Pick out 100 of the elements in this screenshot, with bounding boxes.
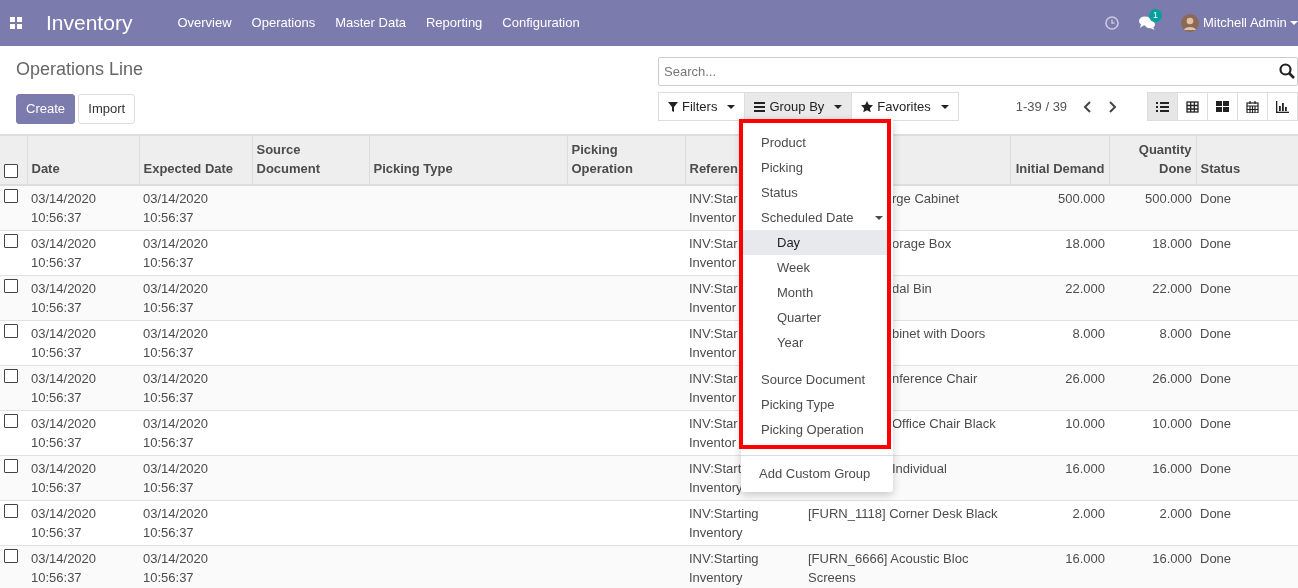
table-cell-text: 8.000 <box>1159 325 1192 343</box>
table-cell-text: 2.000 <box>1072 505 1105 523</box>
table-cell-text: 03/14/2020 10:56:37 <box>143 235 209 272</box>
table-cell-text: 03/14/2020 10:56:37 <box>143 190 209 227</box>
row-checkbox[interactable] <box>4 324 18 338</box>
view-button[interactable] <box>1177 92 1208 121</box>
table-cell-text: Done <box>1200 415 1232 433</box>
select-all-checkbox[interactable] <box>4 164 18 178</box>
create-button[interactable]: Create <box>16 94 76 124</box>
table-cell-text: 03/14/2020 10:56:37 <box>143 550 209 587</box>
view-button[interactable] <box>1267 92 1298 121</box>
table-cell-text: 18.000 <box>1065 235 1105 253</box>
submenu-item[interactable]: Week <box>743 255 887 280</box>
table-cell-text: INV:Starting Inventory <box>689 550 759 587</box>
list-icon <box>754 101 766 112</box>
table-cell-text: 16.000 <box>1065 460 1105 478</box>
view-button[interactable] <box>1147 92 1178 121</box>
table-cell-text: 16.000 <box>1065 550 1105 568</box>
table-cell-text: 03/14/2020 10:56:37 <box>143 370 209 407</box>
user-name[interactable]: Mitchell Admin <box>1202 13 1287 33</box>
chat-icon[interactable] <box>1138 16 1155 30</box>
table-cell-text: 18.000 <box>1152 235 1192 253</box>
table-cell-text: 03/14/2020 10:56:37 <box>31 325 97 362</box>
kanban-view-icon <box>1216 100 1229 113</box>
table-cell-text: 03/14/2020 10:56:37 <box>31 415 97 452</box>
row-checkbox[interactable] <box>4 459 18 473</box>
view-button[interactable] <box>1237 92 1268 121</box>
caret-icon[interactable] <box>1290 21 1298 25</box>
table-cell-text: 22.000 <box>1065 280 1105 298</box>
calendar-icon <box>1246 100 1259 113</box>
row-checkbox[interactable] <box>4 414 18 428</box>
app-title: Inventory <box>46 10 133 37</box>
table-cell-text: Done <box>1200 235 1232 253</box>
table-cell-text: INV:Star Inventor <box>689 325 738 362</box>
caret-icon <box>834 104 843 109</box>
table-view-icon <box>1186 100 1199 113</box>
table-cell-text: Done <box>1200 505 1232 523</box>
table-cell-text: 26.000 <box>1152 370 1192 388</box>
table-cell-text: 500.000 <box>1058 190 1105 208</box>
row-checkbox[interactable] <box>4 279 18 293</box>
apps-menu-icon[interactable] <box>10 17 22 29</box>
table-cell-text: 8.000 <box>1072 325 1105 343</box>
view-button[interactable] <box>1207 92 1238 121</box>
table-cell-text: Office Chair Black <box>892 415 996 433</box>
table-cell-text: [FURN_6666] Acoustic Bloc Screens <box>808 550 969 587</box>
menu-item[interactable]: Picking <box>743 155 887 180</box>
table-cell-text: INV:Star Inventor <box>689 415 738 452</box>
caret-icon <box>727 104 736 109</box>
row-checkbox[interactable] <box>4 189 18 203</box>
table-cell-text: 16.000 <box>1152 460 1192 478</box>
menu-link[interactable]: Operations <box>251 13 316 33</box>
table-cell-text: INV:Star Inventor <box>689 235 738 272</box>
table-cell-text: INV:Star Inventor <box>689 190 738 227</box>
row-checkbox[interactable] <box>4 549 18 563</box>
menu-item[interactable]: Picking Type <box>743 392 887 417</box>
table-cell-text: Done <box>1200 325 1232 343</box>
table-cell-text: INV:Star Inventor <box>689 280 738 317</box>
menu-item[interactable]: Scheduled Date <box>743 205 887 230</box>
submenu-item[interactable]: Month <box>743 280 887 305</box>
menu-item[interactable]: Product <box>743 130 887 155</box>
pager-text: 1-39 / 39 <box>1015 97 1068 116</box>
menu-item[interactable]: Add Custom Group <box>741 461 893 486</box>
menu-link[interactable]: Master Data <box>335 13 406 33</box>
filters-button[interactable]: Filters <box>658 92 746 121</box>
table-cell-text: 03/14/2020 10:56:37 <box>143 280 209 317</box>
menu-link[interactable]: Configuration <box>502 13 580 33</box>
table-cell-text: 22.000 <box>1152 280 1192 298</box>
submenu-item[interactable]: Year <box>743 330 887 355</box>
list-view-icon <box>1156 100 1169 113</box>
table-cell-text: orage Box <box>892 235 952 253</box>
search-field[interactable]: Search... <box>658 57 1298 86</box>
group-by-button[interactable]: Group By <box>744 92 853 121</box>
menu-item[interactable]: Source Document <box>743 367 887 392</box>
next-icon[interactable] <box>1109 100 1118 113</box>
row-checkbox[interactable] <box>4 504 18 518</box>
previous-icon[interactable] <box>1083 100 1092 113</box>
bar-chart-icon <box>1276 100 1289 113</box>
table-cell-text: 03/14/2020 10:56:37 <box>31 370 97 407</box>
table-cell-text: 16.000 <box>1152 550 1192 568</box>
table-cell-text: 2.000 <box>1159 505 1192 523</box>
table-cell-text: 03/14/2020 10:56:37 <box>143 460 209 497</box>
submenu-item[interactable]: Quarter <box>743 305 887 330</box>
row-checkbox[interactable] <box>4 369 18 383</box>
row-checkbox[interactable] <box>4 234 18 248</box>
table-cell-text: 10.000 <box>1152 415 1192 433</box>
submenu-item[interactable]: Day <box>743 230 887 255</box>
menu-link[interactable]: Overview <box>177 13 232 33</box>
table-cell-text: 03/14/2020 10:56:37 <box>31 235 97 272</box>
table-cell-text: 03/14/2020 10:56:37 <box>31 550 97 587</box>
message-count-badge: 1 <box>1148 9 1162 22</box>
search-icon[interactable] <box>1279 63 1295 79</box>
menu-item[interactable]: Picking Operation <box>743 417 887 442</box>
table-cell-text: 500.000 <box>1145 190 1192 208</box>
menu-item[interactable]: Status <box>743 180 887 205</box>
table-cell-text: 03/14/2020 10:56:37 <box>31 460 97 497</box>
avatar[interactable] <box>1180 14 1199 32</box>
menu-link[interactable]: Reporting <box>426 13 483 33</box>
import-button[interactable]: Import <box>78 94 136 124</box>
favorites-button[interactable]: Favorites <box>851 92 959 121</box>
table-cell-text: INV:Star Inventor <box>689 370 738 407</box>
